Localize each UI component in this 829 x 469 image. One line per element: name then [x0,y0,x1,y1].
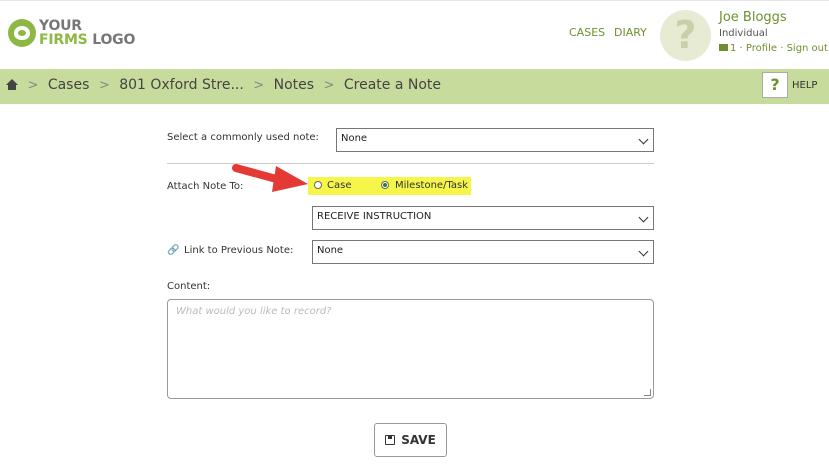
milestone-select[interactable]: RECEIVE INSTRUCTION [312,206,654,230]
milestone-value: RECEIVE INSTRUCTION [317,211,432,222]
user-type: Individual [719,28,768,39]
logo-line1: YOUR [39,18,82,34]
common-note-value: None [341,133,368,144]
chevron-down-icon [638,212,649,223]
attach-radio-milestone[interactable] [381,181,389,189]
link-icon: 🔗 [167,245,180,256]
common-note-label: Select a commonly used note: [167,132,319,143]
logo-line2-logo: LOGO [87,32,136,48]
user-name[interactable]: Joe Bloggs [719,10,787,25]
help-label[interactable]: HELP [792,80,817,91]
sign-out-link[interactable]: Sign out [787,43,828,54]
resize-handle[interactable] [644,389,651,396]
link-prev-select[interactable]: None [312,240,654,264]
logo-line2-firms: FIRMS [39,32,88,48]
nav-diary-link[interactable]: DIARY [614,26,647,39]
attach-radio-milestone-label[interactable]: Milestone/Task [395,180,468,191]
common-note-select[interactable]: None [336,128,654,152]
breadcrumb-cases[interactable]: Cases [48,77,90,93]
red-arrow-icon [232,164,308,192]
header: YOUR FIRMS LOGO CASES DIARY ? Joe Bloggs… [0,0,829,69]
firm-logo[interactable]: YOUR FIRMS LOGO [8,19,135,47]
breadcrumb-case-name[interactable]: 801 Oxford Stre... [119,77,244,93]
avatar[interactable]: ? [660,10,711,61]
home-icon[interactable] [6,79,18,90]
attach-radio-case-label[interactable]: Case [327,180,351,191]
save-icon [385,435,396,445]
content-placeholder: What would you like to record? [176,306,332,317]
logo-paw-icon [8,19,36,47]
chevron-down-icon [638,246,649,257]
content-label: Content: [167,281,211,292]
attach-radio-case[interactable] [314,181,322,189]
save-label: SAVE [401,433,436,447]
profile-link[interactable]: Profile [746,43,777,54]
breadcrumb-notes[interactable]: Notes [274,77,314,93]
link-prev-value: None [317,245,344,256]
user-links: 1 · Profile · Sign out [719,43,828,54]
nav-cases-link[interactable]: CASES [569,26,605,39]
breadcrumb-current: Create a Note [343,77,441,93]
save-button[interactable]: SAVE [374,423,447,457]
chevron-down-icon [638,134,649,145]
help-icon[interactable]: ? [762,72,788,98]
breadcrumb-bar: > Cases > 801 Oxford Stre... > Notes > C… [0,69,829,104]
link-prev-label: Link to Previous Note: [184,245,294,256]
envelope-icon[interactable] [719,44,728,51]
content-textarea[interactable]: What would you like to record? [167,299,654,399]
breadcrumb: > Cases > 801 Oxford Stre... > Notes > C… [6,77,441,93]
